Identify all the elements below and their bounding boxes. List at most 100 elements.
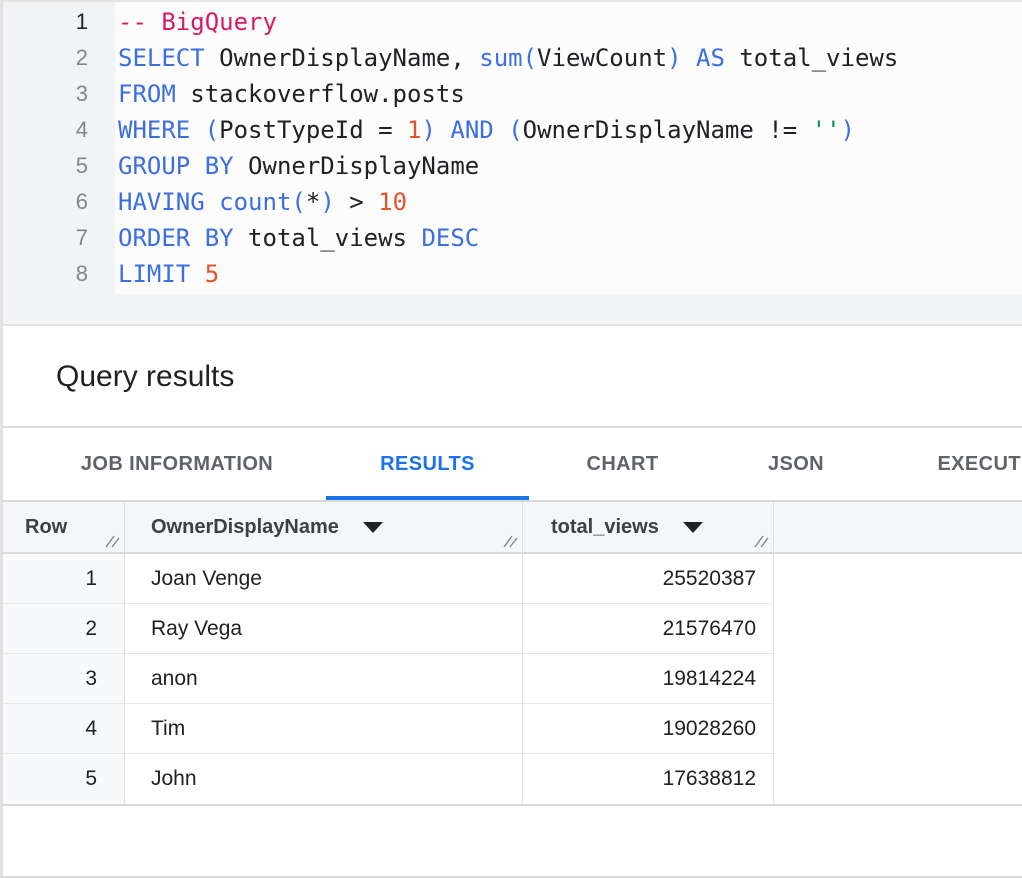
line-number-gutter: 12345678 bbox=[3, 4, 88, 292]
total-views-cell: 25520387 bbox=[522, 554, 773, 604]
code-token: GROUP BY bbox=[118, 152, 234, 180]
row-number-cell: 2 bbox=[0, 604, 124, 654]
total-views-cell: 21576470 bbox=[522, 604, 773, 654]
code-token: ) bbox=[841, 116, 855, 144]
table-body: 1Joan Venge255203872Ray Vega215764703ano… bbox=[0, 554, 1022, 804]
tab-json[interactable]: JSON bbox=[716, 428, 876, 500]
table-row: 2Ray Vega21576470 bbox=[0, 604, 1022, 654]
code-token: 10 bbox=[378, 188, 407, 216]
line-number: 8 bbox=[3, 256, 88, 292]
code-token bbox=[205, 188, 219, 216]
filler-cell bbox=[773, 654, 1022, 704]
code-token: > bbox=[335, 188, 378, 216]
code-token bbox=[190, 116, 204, 144]
code-token: FROM bbox=[118, 80, 176, 108]
code-token: * bbox=[306, 188, 320, 216]
code-line: LIMIT 5 bbox=[118, 256, 1022, 292]
code-token: HAVING bbox=[118, 188, 205, 216]
column-resize-handle-icon[interactable] bbox=[753, 534, 770, 549]
sort-dropdown-icon[interactable] bbox=[363, 522, 383, 533]
code-token bbox=[436, 116, 450, 144]
line-number: 5 bbox=[3, 148, 88, 184]
code-token: ( bbox=[205, 116, 219, 144]
ownerdisplayname-cell: anon bbox=[124, 654, 522, 704]
code-line: HAVING count(*) > 10 bbox=[118, 184, 1022, 220]
bigquery-results-page: { "colors": { "accent_blue": "#1a73e8", … bbox=[0, 0, 1022, 878]
line-number: 4 bbox=[3, 112, 88, 148]
filler-cell bbox=[773, 604, 1022, 654]
column-header-ownerdisplayname[interactable]: OwnerDisplayName bbox=[124, 502, 522, 552]
line-number: 2 bbox=[3, 40, 88, 76]
line-number: 1 bbox=[3, 4, 88, 40]
filler-cell bbox=[773, 754, 1022, 804]
code-token: AS bbox=[696, 44, 725, 72]
row-number-cell: 4 bbox=[0, 704, 124, 754]
column-header-total-views[interactable]: total_views bbox=[522, 502, 773, 552]
code-token bbox=[682, 44, 696, 72]
code-token: != bbox=[754, 116, 812, 144]
total-views-cell: 17638812 bbox=[522, 754, 773, 804]
tab-execution-details[interactable]: EXECUTION DETAILS bbox=[876, 428, 1022, 500]
line-number: 7 bbox=[3, 220, 88, 256]
table-row: 1Joan Venge25520387 bbox=[0, 554, 1022, 604]
code-token: sum( bbox=[479, 44, 537, 72]
line-number: 6 bbox=[3, 184, 88, 220]
left-panel-divider bbox=[0, 0, 3, 878]
code-token: -- BigQuery bbox=[118, 8, 277, 36]
table-row: 4Tim19028260 bbox=[0, 704, 1022, 754]
sort-dropdown-icon[interactable] bbox=[683, 522, 703, 533]
tab-job-information[interactable]: JOB INFORMATION bbox=[28, 428, 326, 500]
code-token: OwnerDisplayName bbox=[234, 152, 480, 180]
top-border bbox=[0, 0, 1022, 2]
code-line: WHERE (PostTypeId = 1) AND (OwnerDisplay… bbox=[118, 112, 1022, 148]
code-token: ( bbox=[508, 116, 522, 144]
tab-results[interactable]: RESULTS bbox=[326, 428, 529, 500]
query-results-title: Query results bbox=[56, 360, 234, 394]
code-line: ORDER BY total_views DESC bbox=[118, 220, 1022, 256]
code-token: total_views bbox=[725, 44, 898, 72]
code-token: count( bbox=[219, 188, 306, 216]
tab-chart[interactable]: CHART bbox=[529, 428, 716, 500]
column-header-filler bbox=[773, 502, 1022, 552]
tab-label: EXECUTION DETAILS bbox=[937, 453, 1022, 476]
row-number-cell: 3 bbox=[0, 654, 124, 704]
code-token: ) bbox=[667, 44, 681, 72]
total-views-cell: 19814224 bbox=[522, 654, 773, 704]
column-header-row: Row bbox=[0, 502, 124, 552]
column-label: OwnerDisplayName bbox=[151, 516, 339, 539]
line-number: 3 bbox=[3, 76, 88, 112]
tab-label: JOB INFORMATION bbox=[81, 453, 273, 476]
code-token: PostTypeId bbox=[219, 116, 364, 144]
tab-label: JSON bbox=[768, 453, 824, 476]
code-line: FROM stackoverflow.posts bbox=[118, 76, 1022, 112]
results-table: Row OwnerDisplayName total_views 1Joan V… bbox=[0, 500, 1022, 806]
code-lines[interactable]: -- BigQuerySELECT OwnerDisplayName, sum(… bbox=[118, 4, 1022, 292]
code-token: 5 bbox=[205, 260, 219, 288]
code-line: GROUP BY OwnerDisplayName bbox=[118, 148, 1022, 184]
code-token bbox=[190, 260, 204, 288]
code-token: AND bbox=[450, 116, 493, 144]
row-number-cell: 1 bbox=[0, 554, 124, 604]
code-token: total_views bbox=[234, 224, 422, 252]
column-resize-handle-icon[interactable] bbox=[502, 534, 519, 549]
ownerdisplayname-cell: John bbox=[124, 754, 522, 804]
code-token: = bbox=[364, 116, 407, 144]
table-row: 5John17638812 bbox=[0, 754, 1022, 804]
code-token: DESC bbox=[421, 224, 479, 252]
code-token: stackoverflow.posts bbox=[176, 80, 465, 108]
code-token: SELECT bbox=[118, 44, 205, 72]
code-line: -- BigQuery bbox=[118, 4, 1022, 40]
ownerdisplayname-cell: Joan Venge bbox=[124, 554, 522, 604]
code-token: ORDER BY bbox=[118, 224, 234, 252]
code-token bbox=[494, 116, 508, 144]
code-token: 1 bbox=[407, 116, 421, 144]
column-label: Row bbox=[25, 516, 67, 539]
sql-editor[interactable]: 12345678 -- BigQuerySELECT OwnerDisplayN… bbox=[0, 0, 1022, 326]
column-resize-handle-icon[interactable] bbox=[104, 534, 121, 549]
code-token: ViewCount bbox=[537, 44, 667, 72]
code-token: '' bbox=[812, 116, 841, 144]
results-tabbar: JOB INFORMATION RESULTS CHART JSON EXECUTION… bbox=[0, 428, 1022, 500]
tab-label: RESULTS bbox=[380, 453, 475, 476]
filler-cell bbox=[773, 554, 1022, 604]
code-token: ) bbox=[421, 116, 435, 144]
